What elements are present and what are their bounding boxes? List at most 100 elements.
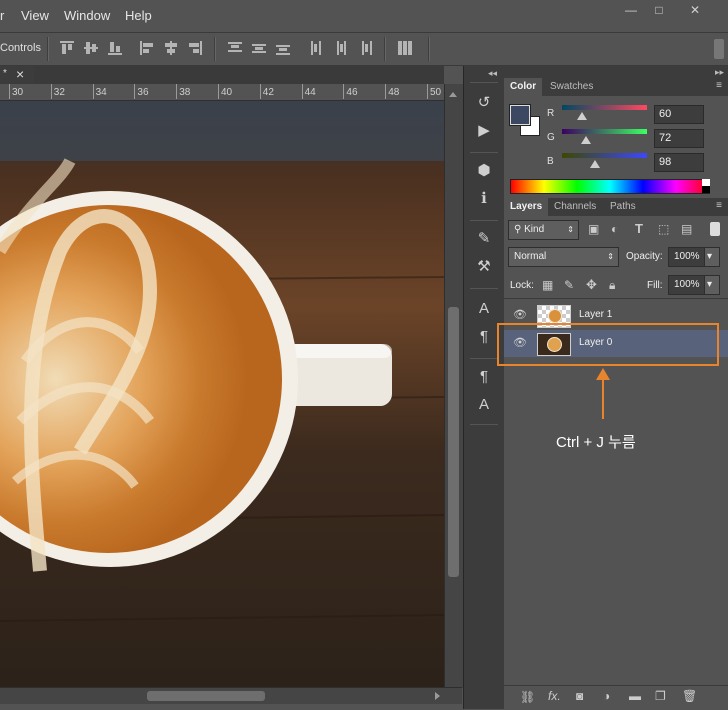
scroll-right-icon[interactable] — [435, 692, 440, 700]
green-slider[interactable] — [562, 129, 647, 134]
tool-presets-icon[interactable]: ⚒ — [473, 256, 495, 278]
opacity-field[interactable]: 100% — [668, 247, 705, 267]
filter-toggle-switch[interactable] — [710, 222, 720, 236]
ramp-white-swatch[interactable] — [702, 179, 710, 186]
horizontal-scrollbar[interactable] — [0, 687, 462, 704]
filter-kind-dropdown[interactable]: ⚲ Kind ⇕ — [508, 220, 579, 240]
chevron-down-icon: ⇕ — [607, 252, 614, 261]
blue-slider[interactable] — [562, 153, 647, 158]
scroll-up-icon[interactable] — [449, 92, 457, 97]
dock-collapse-icon[interactable]: ◂◂ — [488, 68, 497, 79]
tab-channels[interactable]: Channels — [548, 198, 602, 216]
latte-thumbnail-graphic — [548, 309, 562, 323]
link-layers-icon[interactable]: ⛓ — [520, 690, 535, 704]
fill-field[interactable]: 100% — [668, 275, 705, 295]
show-transform-controls-label[interactable]: Controls — [0, 42, 41, 54]
panel-dock: ◂◂ ↺ ▶ ⬢ ℹ ✎ ⚒ A ¶ ¶ A — [463, 66, 504, 709]
color-panel-menu-icon[interactable]: ≡ — [716, 80, 722, 91]
smart-object-filter-icon[interactable]: ▤ — [681, 222, 692, 236]
green-value-field[interactable]: 72 — [654, 129, 704, 148]
delete-layer-trash-icon[interactable]: 🗑︎ — [682, 689, 697, 703]
align-right-icon[interactable] — [188, 41, 202, 55]
ruler-tick-label: 46 — [346, 87, 358, 98]
align-bottom-icon[interactable] — [108, 41, 122, 55]
shape-filter-icon[interactable]: ⬚ — [658, 222, 669, 236]
options-scroll-handle[interactable] — [714, 39, 724, 59]
align-left-icon[interactable] — [140, 41, 154, 55]
blue-slider-thumb[interactable] — [589, 160, 600, 168]
lock-image-brush-icon[interactable]: ✎ — [564, 278, 574, 292]
fill-chevron-icon[interactable]: ▾ — [704, 275, 720, 295]
document-tab[interactable]: * × — [0, 66, 34, 84]
history-icon[interactable]: ↺ — [473, 92, 495, 114]
green-slider-thumb[interactable] — [580, 136, 591, 144]
type-filter-icon[interactable]: T — [635, 221, 643, 236]
character-icon[interactable]: A — [473, 298, 495, 320]
menu-fragment[interactable]: r — [0, 8, 4, 23]
ramp-black-swatch[interactable] — [702, 186, 710, 193]
fx-icon[interactable]: fx. — [548, 689, 561, 703]
layers-panel-menu-icon[interactable]: ≡ — [716, 200, 722, 211]
lock-transparent-icon[interactable]: ▦ — [542, 278, 553, 292]
dock-separator — [470, 152, 498, 153]
horizontal-scroll-thumb[interactable] — [147, 691, 265, 701]
menu-view[interactable]: View — [21, 8, 49, 23]
tab-paths[interactable]: Paths — [604, 198, 642, 216]
dock-separator — [470, 288, 498, 289]
green-label: G — [547, 132, 555, 143]
layer-name[interactable]: Layer 1 — [579, 309, 612, 320]
tab-color[interactable]: Color — [504, 78, 543, 96]
vertical-scrollbar[interactable] — [444, 84, 463, 688]
layers-divider — [504, 298, 728, 299]
vertical-scroll-thumb[interactable] — [448, 307, 459, 577]
visibility-eye-icon[interactable]: 👁︎ — [513, 308, 527, 321]
paragraph-styles-icon[interactable]: ¶ — [473, 366, 495, 388]
distribute-top-icon[interactable] — [228, 41, 242, 55]
blue-value-field[interactable]: 98 — [654, 153, 704, 172]
minimize-button[interactable]: — — [620, 2, 642, 18]
distribute-hcenter-icon[interactable] — [334, 41, 348, 55]
auto-align-icon[interactable] — [398, 41, 412, 55]
foreground-color-swatch[interactable] — [509, 104, 531, 126]
brush-presets-icon[interactable]: ✎ — [473, 228, 495, 250]
new-group-folder-icon[interactable]: ▬ — [629, 689, 641, 703]
lock-position-move-icon[interactable]: ✥ — [586, 277, 597, 293]
ruler-tick-mark — [9, 84, 10, 99]
lock-all-icon[interactable]: 🔒︎ — [609, 278, 615, 293]
distribute-bottom-icon[interactable] — [276, 41, 290, 55]
distribute-right-icon[interactable] — [358, 41, 372, 55]
align-hcenter-icon[interactable] — [164, 41, 178, 55]
maximize-button[interactable]: □ — [648, 2, 670, 18]
close-button[interactable]: ✕ — [684, 2, 706, 18]
doc-close-icon[interactable]: × — [16, 66, 24, 82]
pixel-filter-icon[interactable]: ▣ — [588, 222, 599, 236]
blend-mode-dropdown[interactable]: Normal ⇕ — [508, 247, 619, 267]
dock-separator — [470, 220, 498, 221]
menu-help[interactable]: Help — [125, 8, 152, 23]
align-top-icon[interactable] — [60, 41, 74, 55]
dock-separator — [470, 424, 498, 425]
tab-swatches[interactable]: Swatches — [544, 78, 599, 96]
info-icon[interactable]: ℹ — [473, 188, 495, 210]
red-slider[interactable] — [562, 105, 647, 110]
menu-window[interactable]: Window — [64, 8, 110, 23]
adjustment-filter-icon[interactable]: ◐ — [611, 222, 618, 236]
color-panel-tabs: Color Swatches ≡ — [504, 78, 728, 96]
new-layer-icon[interactable]: ❐ — [655, 689, 666, 703]
red-value-field[interactable]: 60 — [654, 105, 704, 124]
red-slider-thumb[interactable] — [576, 112, 587, 120]
character-styles-icon[interactable]: A — [473, 394, 495, 416]
distribute-left-icon[interactable] — [310, 41, 324, 55]
align-vcenter-icon[interactable] — [84, 41, 98, 55]
paragraph-icon[interactable]: ¶ — [473, 326, 495, 348]
panels-expand-icon[interactable]: ▸▸ — [715, 67, 724, 78]
add-mask-icon[interactable]: ◙ — [576, 689, 583, 703]
color-spectrum-ramp[interactable] — [510, 179, 710, 194]
document-canvas[interactable] — [0, 101, 444, 687]
adjustment-layer-icon[interactable]: ◑ — [603, 689, 610, 703]
opacity-chevron-icon[interactable]: ▾ — [704, 247, 720, 267]
3d-cube-icon[interactable]: ⬢ — [473, 160, 495, 182]
tab-layers[interactable]: Layers — [504, 198, 549, 216]
distribute-vcenter-icon[interactable] — [252, 41, 266, 55]
actions-play-icon[interactable]: ▶ — [473, 120, 495, 142]
